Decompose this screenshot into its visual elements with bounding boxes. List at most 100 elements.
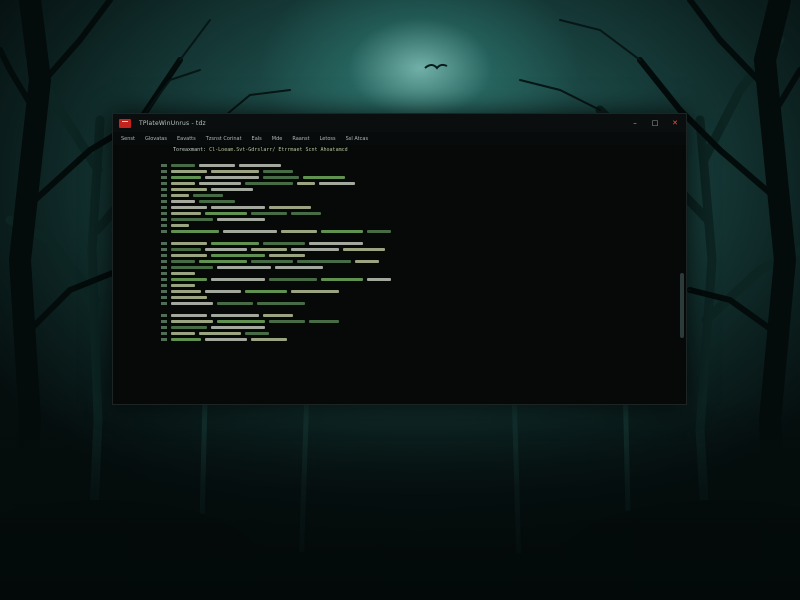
terminal-text-run: [309, 242, 363, 245]
menu-item-mde[interactable]: Mde: [272, 136, 283, 142]
line-gutter-mark: [161, 302, 167, 305]
terminal-text-run: [171, 224, 189, 227]
terminal-text-run: [211, 188, 253, 191]
terminal-text-run: [291, 212, 321, 215]
terminal-text-run: [205, 290, 241, 293]
menu-item-glovatas[interactable]: Glovatas: [145, 136, 167, 142]
terminal-text-run: [211, 278, 265, 281]
terminal-text-run: [171, 248, 201, 251]
line-gutter-mark: [161, 296, 167, 299]
close-button[interactable]: ✕: [670, 118, 680, 128]
terminal-line: [161, 337, 291, 343]
terminal-text-run: [205, 212, 247, 215]
bird-silhouette: [424, 63, 448, 70]
line-gutter-mark: [161, 206, 167, 209]
terminal-text-run: [269, 320, 305, 323]
line-gutter-mark: [161, 194, 167, 197]
line-gutter-mark: [161, 320, 167, 323]
terminal-text-run: [171, 284, 195, 287]
terminal-text-run: [171, 272, 195, 275]
terminal-text-run: [217, 320, 265, 323]
terminal-text-run: [199, 260, 247, 263]
terminal-text-run: [275, 266, 323, 269]
line-gutter-mark: [161, 254, 167, 257]
line-gutter-mark: [161, 314, 167, 317]
line-gutter-mark: [161, 170, 167, 173]
terminal-text-run: [171, 338, 201, 341]
terminal-text-run: [269, 278, 317, 281]
terminal-app-icon: [119, 118, 131, 128]
terminal-text-run: [211, 206, 265, 209]
line-gutter-mark: [161, 260, 167, 263]
terminal-text-run: [251, 260, 293, 263]
terminal-text-run: [245, 332, 269, 335]
terminal-text-run: [211, 314, 259, 317]
terminal-text-run: [171, 278, 207, 281]
menu-item-letoss[interactable]: Letoss: [320, 136, 336, 142]
terminal-text-run: [297, 182, 315, 185]
terminal-text-run: [171, 290, 201, 293]
maximize-button[interactable]: □: [650, 118, 660, 128]
terminal-text-run: [171, 194, 189, 197]
terminal-text-run: [171, 200, 195, 203]
terminal-text-run: [171, 314, 207, 317]
terminal-window[interactable]: TPlateWinUnrus - tdz – □ ✕ Senst Glovata…: [112, 113, 687, 405]
terminal-text-run: [205, 176, 259, 179]
menu-item-tzsnst-corinat[interactable]: Tzsnst Corinat: [206, 136, 242, 142]
terminal-text-run: [355, 260, 379, 263]
terminal-command: Cl-Loeam.Svt-Gdrslarr/ Etrrmaet Scnt Aho…: [209, 147, 348, 153]
terminal-text-run: [171, 164, 195, 167]
terminal-text-run: [171, 176, 201, 179]
terminal-text-run: [171, 320, 213, 323]
menu-item-raanst[interactable]: Raanst: [292, 136, 309, 142]
terminal-text-run: [319, 182, 355, 185]
terminal-text-run: [263, 170, 293, 173]
line-gutter-mark: [161, 290, 167, 293]
terminal-text-run: [245, 182, 293, 185]
terminal-text-run: [217, 218, 265, 221]
terminal-text-run: [251, 212, 287, 215]
menu-item-senst[interactable]: Senst: [121, 136, 135, 142]
terminal-text-run: [321, 230, 363, 233]
terminal-text-run: [291, 248, 339, 251]
line-gutter-mark: [161, 242, 167, 245]
terminal-line: [161, 301, 309, 307]
terminal-text-run: [171, 242, 207, 245]
terminal-text-run: [281, 230, 317, 233]
terminal-text-run: [171, 296, 207, 299]
terminal-text-run: [171, 260, 195, 263]
terminal-text-run: [263, 242, 305, 245]
menu-item-ssl-atcas[interactable]: Ssl Atcas: [346, 136, 368, 142]
line-gutter-mark: [161, 224, 167, 227]
window-titlebar[interactable]: TPlateWinUnrus - tdz – □ ✕: [113, 114, 686, 132]
window-controls: – □ ✕: [630, 118, 680, 128]
menu-bar: Senst Glovatas Eavatts Tzsnst Corinat Ea…: [113, 132, 686, 145]
terminal-text-run: [245, 290, 287, 293]
terminal-output[interactable]: Toreaxmant: Cl-Loeam.Svt-Gdrslarr/ Etrrm…: [113, 145, 686, 401]
terminal-text-run: [171, 332, 195, 335]
line-gutter-mark: [161, 200, 167, 203]
terminal-text-run: [263, 176, 299, 179]
line-gutter-mark: [161, 188, 167, 191]
terminal-text-run: [217, 302, 253, 305]
terminal-text-run: [211, 254, 265, 257]
terminal-line: [161, 229, 395, 235]
terminal-text-run: [205, 248, 247, 251]
menu-item-eals[interactable]: Eals: [252, 136, 262, 142]
terminal-text-run: [171, 266, 213, 269]
terminal-scrollbar[interactable]: [680, 273, 684, 338]
minimize-button[interactable]: –: [630, 118, 640, 128]
line-gutter-mark: [161, 218, 167, 221]
terminal-text-run: [211, 170, 259, 173]
terminal-text-run: [171, 254, 207, 257]
terminal-text-run: [309, 320, 339, 323]
menu-item-eavatts[interactable]: Eavatts: [177, 136, 196, 142]
line-gutter-mark: [161, 326, 167, 329]
terminal-text-run: [193, 194, 223, 197]
terminal-text-run: [297, 260, 351, 263]
terminal-prompt: Toreaxmant:: [173, 147, 207, 153]
desktop: TPlateWinUnrus - tdz – □ ✕ Senst Glovata…: [0, 0, 800, 600]
terminal-text-run: [171, 170, 207, 173]
terminal-text-run: [199, 200, 235, 203]
terminal-text-run: [199, 182, 241, 185]
